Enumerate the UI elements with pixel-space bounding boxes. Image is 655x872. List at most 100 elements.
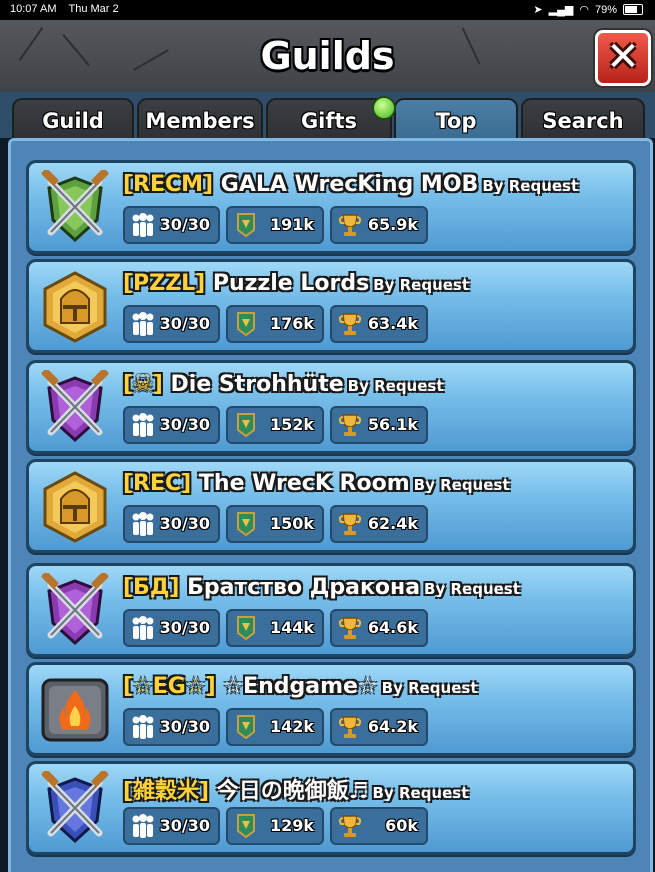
members-stat: 30/30 [123,505,220,543]
wifi-icon: ◠ [579,4,589,16]
trophy-icon [338,513,362,535]
guild-title: ☆Endgame☆ [223,674,378,699]
trophy-icon [338,716,362,738]
members-count: 30/30 [159,514,210,533]
battery-icon [623,4,643,15]
trophy-stat: 63.4k [330,305,428,343]
members-count: 30/30 [159,618,210,637]
members-icon [132,814,154,838]
status-date: Thu Mar 2 [68,3,119,15]
guild-tag: [REC] [123,471,192,496]
members-count: 30/30 [159,816,210,835]
close-button[interactable]: ✕ [595,30,651,86]
power-stat: 152k [226,406,324,444]
trophy-value: 65.9k [367,215,418,234]
members-count: 30/30 [159,215,210,234]
guild-row[interactable]: [БД] Братство Дракона By Request 30/30 14… [26,563,636,657]
guild-row[interactable]: [☠] Die StrohhüteBy Request 30/30 152k [26,360,636,454]
banner-icon [237,213,255,238]
gifts-notification-dot [372,96,396,120]
trophy-stat: 56.1k [330,406,428,444]
join-type: By Request [373,276,470,294]
status-time: 10:07 AM [10,3,57,15]
guild-name: [REC] The WrecK Room By Request [123,471,510,496]
trophy-value: 64.2k [367,717,418,736]
members-icon [132,213,154,237]
trophy-stat: 60k [330,807,428,845]
power-stat: 176k [226,305,324,343]
trophy-icon [338,617,362,639]
guild-emblem-icon [37,269,113,345]
trophy-stat: 65.9k [330,206,428,244]
guild-name: [PZZL] Puzzle Lords By Request [123,271,469,296]
trophy-stat: 64.2k [330,708,428,746]
guild-row[interactable]: [雑穀米] 今日の晩御飯♬ By Request 30/30 129k 60k [26,761,636,855]
members-stat: 30/30 [123,206,220,244]
guild-tag: [PZZL] [123,271,206,296]
tab-members[interactable]: Members [137,98,263,140]
tab-top-guilds[interactable]: Top Guilds [394,98,518,175]
power-value: 150k [269,514,314,533]
battery-percent: 79% [594,3,617,16]
power-value: 142k [269,717,314,736]
join-type: By Request [372,784,469,802]
guild-row[interactable]: [PZZL] Puzzle Lords By Request 30/30 176k [26,259,636,353]
power-value: 176k [269,314,314,333]
tab-guild[interactable]: Guild [12,98,134,140]
guild-title: Die Strohhüte [170,372,344,397]
guild-row[interactable]: [REC] The WrecK Room By Request 30/30 150… [26,459,636,553]
trophy-icon [338,313,362,335]
guild-name: [☠] Die Strohhüte By Request [123,372,444,397]
banner-icon [237,413,255,438]
power-stat: 191k [226,206,324,244]
guild-title: GALA WrecKing MOB [220,172,479,197]
tab-bar: Guild Members Gifts Top Guilds Search [0,92,655,175]
banner-icon [237,814,255,839]
guild-row[interactable]: [☆EG☆] ☆Endgame☆ By Request 30/30 142k 6… [26,662,636,756]
guild-row[interactable]: [RECM] GALA WrecKing MOB By Request 30/30… [26,160,636,254]
signal-icon: ▂▄▆ [548,4,574,16]
trophy-icon [338,414,362,436]
trophy-stat: 62.4k [330,505,428,543]
guild-name: [雑穀米] 今日の晩御飯♬ By Request [123,773,468,805]
trophy-icon [338,815,362,837]
guild-tag: [雑穀米] [123,779,210,804]
banner-icon [237,312,255,337]
join-type: By Request [347,377,444,395]
banner-icon [237,616,255,641]
guild-name: [БД] Братство Дракона By Request [123,575,520,600]
trophy-value: 62.4k [367,514,418,533]
members-stat: 30/30 [123,708,220,746]
header: Guilds ✕ [0,20,655,95]
guild-emblem-icon [37,170,113,246]
guild-emblem-icon [37,469,113,545]
guild-emblem-icon [37,573,113,649]
trophy-value: 60k [385,816,418,835]
join-type: By Request [381,679,478,697]
members-stat: 30/30 [123,406,220,444]
guild-title: The WrecK Room [198,471,410,496]
members-icon [132,413,154,437]
power-stat: 144k [226,609,324,647]
trophy-value: 64.6k [367,618,418,637]
status-bar: 10:07 AM Thu Mar 2 ➤ ▂▄▆ ◠ 79% [0,0,655,20]
banner-icon [237,512,255,537]
guild-tag: [☠] [123,372,163,397]
power-value: 129k [269,816,314,835]
join-type: By Request [413,476,510,494]
tab-search[interactable]: Search [521,98,645,140]
power-stat: 150k [226,505,324,543]
members-icon [132,616,154,640]
close-icon: ✕ [606,34,640,80]
trophy-stat: 64.6k [330,609,428,647]
guild-title: Puzzle Lords [212,271,370,296]
power-value: 191k [269,215,314,234]
guild-name: [RECM] GALA WrecKing MOB By Request [123,172,578,197]
page-title: Guilds [260,34,395,78]
guild-title: 今日の晩御飯♬ [216,779,369,804]
banner-icon [237,715,255,740]
members-count: 30/30 [159,415,210,434]
guild-tag: [☆EG☆] [123,674,216,699]
power-value: 144k [269,618,314,637]
guild-emblem-icon [37,672,113,748]
